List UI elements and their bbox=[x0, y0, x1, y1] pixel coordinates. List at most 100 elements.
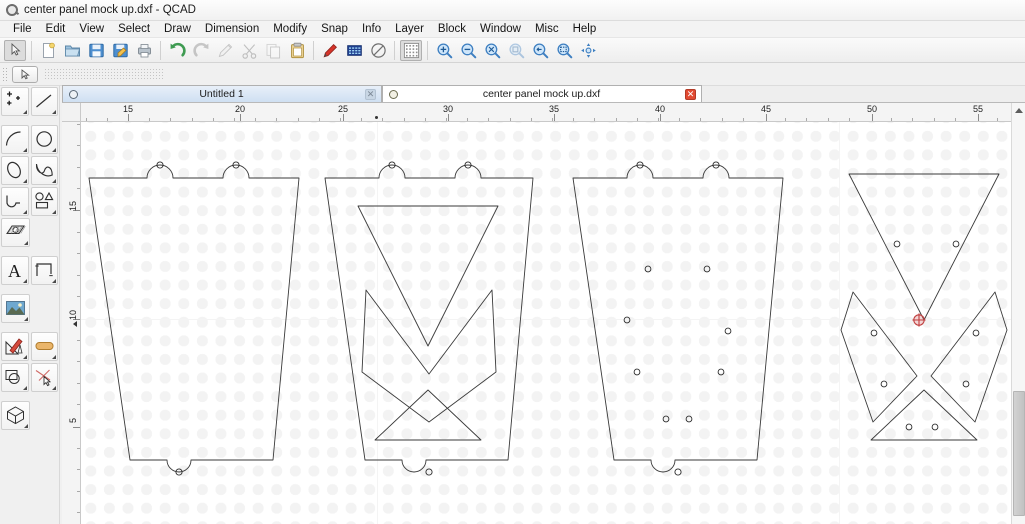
submenu-corner-icon bbox=[24, 317, 28, 321]
menu-edit[interactable]: Edit bbox=[39, 22, 73, 36]
ruler-tick-minor bbox=[77, 512, 80, 513]
menu-draw[interactable]: Draw bbox=[157, 22, 198, 36]
ruler-tick-minor bbox=[77, 340, 80, 341]
pen-color-icon[interactable] bbox=[319, 40, 341, 61]
layer-list-icon[interactable] bbox=[343, 40, 365, 61]
mounting-hole bbox=[704, 266, 710, 272]
vertical-scrollbar[interactable] bbox=[1011, 103, 1025, 524]
snap-tool-icon[interactable] bbox=[31, 363, 59, 392]
document-icon bbox=[69, 90, 78, 99]
ruler-tick-minor bbox=[77, 404, 80, 405]
mounting-hole bbox=[634, 369, 640, 375]
ruler-tick-minor bbox=[77, 188, 80, 189]
pointer-arrow-icon[interactable] bbox=[12, 66, 38, 83]
print-preview-icon[interactable] bbox=[133, 40, 155, 61]
zoom-selection-icon[interactable] bbox=[553, 40, 575, 61]
pointer-select-icon[interactable] bbox=[4, 40, 26, 61]
toolbar-drag-handle[interactable] bbox=[2, 67, 7, 82]
arc-tool-icon[interactable] bbox=[1, 125, 29, 154]
menu-select[interactable]: Select bbox=[111, 22, 157, 36]
menu-file[interactable]: File bbox=[6, 22, 39, 36]
submenu-corner-icon bbox=[52, 386, 56, 390]
zoom-out-icon[interactable] bbox=[457, 40, 479, 61]
menu-help[interactable]: Help bbox=[566, 22, 604, 36]
menu-snap[interactable]: Snap bbox=[314, 22, 355, 36]
chevron-up-icon[interactable] bbox=[1012, 103, 1025, 118]
panel-2-cut-trapezoid bbox=[325, 162, 533, 475]
menu-dimension[interactable]: Dimension bbox=[198, 22, 266, 36]
ruler-tick-minor bbox=[77, 275, 80, 276]
shapes-tool-icon[interactable] bbox=[31, 187, 59, 216]
open-folder-icon[interactable] bbox=[61, 40, 83, 61]
dimension-tool-icon[interactable] bbox=[31, 256, 59, 285]
hatch-tool-icon[interactable] bbox=[1, 218, 30, 247]
ruler-tick-minor bbox=[912, 118, 913, 121]
ruler-tick-minor bbox=[955, 118, 956, 121]
menu-misc[interactable]: Misc bbox=[528, 22, 566, 36]
drawing-canvas[interactable] bbox=[81, 122, 1011, 524]
menu-layer[interactable]: Layer bbox=[388, 22, 431, 36]
submenu-corner-icon bbox=[52, 179, 56, 183]
tool-group-gap bbox=[0, 324, 59, 331]
zoom-previous-icon[interactable] bbox=[529, 40, 551, 61]
ruler-tick-minor bbox=[510, 118, 511, 121]
ruler-tick-minor bbox=[77, 167, 80, 168]
pan-icon[interactable] bbox=[577, 40, 599, 61]
circle-tool-icon[interactable] bbox=[31, 125, 59, 154]
document-tab[interactable]: Untitled 1✕ bbox=[62, 85, 382, 102]
ruler-tick-minor bbox=[700, 118, 701, 121]
ruler-tick-minor bbox=[743, 118, 744, 121]
isometric-cube-icon[interactable] bbox=[1, 401, 30, 430]
close-icon[interactable]: ✕ bbox=[365, 89, 376, 100]
tool-group bbox=[0, 331, 59, 362]
close-icon[interactable]: ✕ bbox=[685, 89, 696, 100]
save-icon[interactable] bbox=[85, 40, 107, 61]
dxf-geometry bbox=[81, 122, 1011, 524]
ruler-tick-minor bbox=[77, 145, 80, 146]
mounting-hole bbox=[963, 381, 969, 387]
submenu-corner-icon bbox=[52, 210, 56, 214]
modify-tools-icon[interactable] bbox=[1, 332, 29, 361]
mounting-hole bbox=[894, 241, 900, 247]
zoom-in-icon[interactable] bbox=[433, 40, 455, 61]
ruler-tick-minor bbox=[77, 448, 80, 449]
ruler-tick-minor bbox=[785, 118, 786, 121]
boolean-tool-icon[interactable] bbox=[1, 363, 29, 392]
scrollbar-thumb[interactable] bbox=[1013, 391, 1025, 516]
mounting-hole bbox=[718, 369, 724, 375]
point-tool-icon[interactable] bbox=[1, 87, 29, 116]
cut-scissors-icon bbox=[238, 40, 260, 61]
document-tab[interactable]: center panel mock up.dxf✕ bbox=[382, 85, 702, 102]
spline-tool-icon[interactable] bbox=[31, 156, 59, 185]
ellipse-tool-icon[interactable] bbox=[1, 156, 29, 185]
save-as-icon[interactable] bbox=[109, 40, 131, 61]
ruler-tick-minor bbox=[77, 469, 80, 470]
undo-icon[interactable] bbox=[166, 40, 188, 61]
line-tool-icon[interactable] bbox=[31, 87, 59, 116]
image-tool-icon[interactable] bbox=[1, 294, 30, 323]
polyline-tool-icon[interactable] bbox=[1, 187, 29, 216]
menu-block[interactable]: Block bbox=[431, 22, 473, 36]
new-file-icon[interactable] bbox=[37, 40, 59, 61]
text-tool-icon[interactable]: A bbox=[1, 256, 29, 285]
submenu-corner-icon bbox=[24, 424, 28, 428]
ruler-cursor-marker bbox=[375, 116, 378, 119]
no-entry-icon[interactable] bbox=[367, 40, 389, 61]
copy-icon bbox=[262, 40, 284, 61]
menu-window[interactable]: Window bbox=[473, 22, 528, 36]
x-wing-cutout bbox=[362, 290, 496, 422]
grid-toggle-icon[interactable] bbox=[400, 40, 422, 61]
tool-group bbox=[0, 217, 59, 248]
zoom-auto-icon[interactable] bbox=[481, 40, 503, 61]
ruler-tick-minor bbox=[149, 118, 150, 121]
redo-icon bbox=[190, 40, 212, 61]
block-tool-icon[interactable] bbox=[31, 332, 59, 361]
window-title: center panel mock up.dxf - QCAD bbox=[24, 4, 196, 16]
menu-info[interactable]: Info bbox=[355, 22, 388, 36]
tool-group-gap bbox=[0, 248, 59, 255]
menu-view[interactable]: View bbox=[72, 22, 111, 36]
submenu-corner-icon bbox=[23, 210, 27, 214]
submenu-corner-icon bbox=[24, 241, 28, 245]
menu-modify[interactable]: Modify bbox=[266, 22, 314, 36]
paste-clipboard-icon[interactable] bbox=[286, 40, 308, 61]
